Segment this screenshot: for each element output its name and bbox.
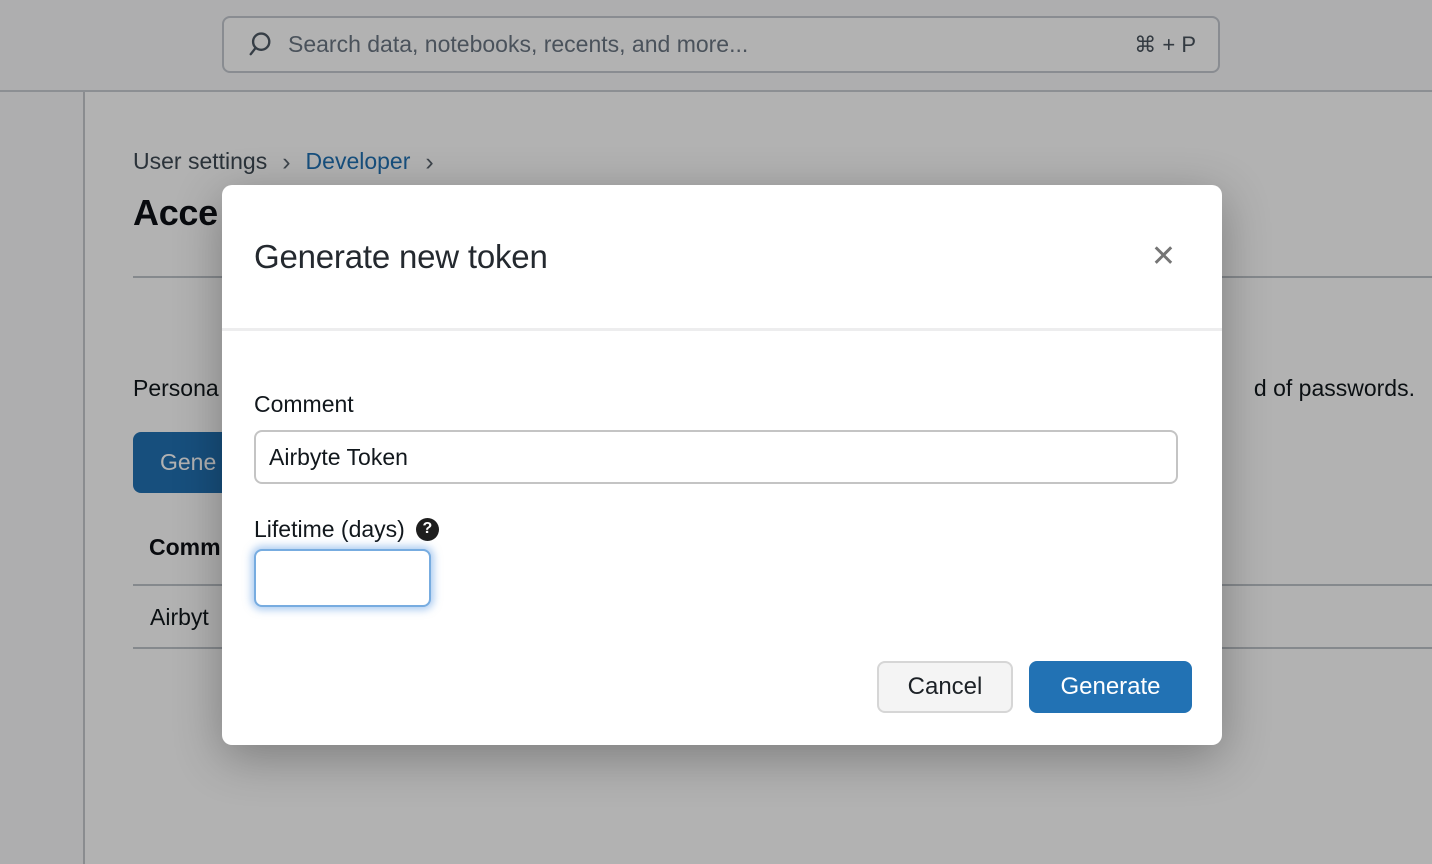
close-icon[interactable]: ✕ — [1149, 240, 1178, 274]
comment-label: Comment — [254, 389, 1178, 419]
cancel-button[interactable]: Cancel — [877, 661, 1013, 713]
lifetime-input[interactable] — [254, 549, 431, 607]
comment-input[interactable] — [254, 430, 1178, 484]
generate-button[interactable]: Generate — [1029, 661, 1192, 713]
modal-title: Generate new token — [254, 238, 548, 276]
help-icon[interactable]: ? — [416, 518, 439, 541]
modal-footer: Cancel Generate — [877, 661, 1192, 713]
modal-body: Comment Lifetime (days) ? — [222, 331, 1222, 607]
lifetime-label: Lifetime (days) — [254, 515, 405, 543]
modal-header: Generate new token ✕ — [222, 185, 1222, 331]
generate-token-modal: Generate new token ✕ Comment Lifetime (d… — [222, 185, 1222, 745]
lifetime-label-row: Lifetime (days) ? — [254, 515, 1178, 543]
